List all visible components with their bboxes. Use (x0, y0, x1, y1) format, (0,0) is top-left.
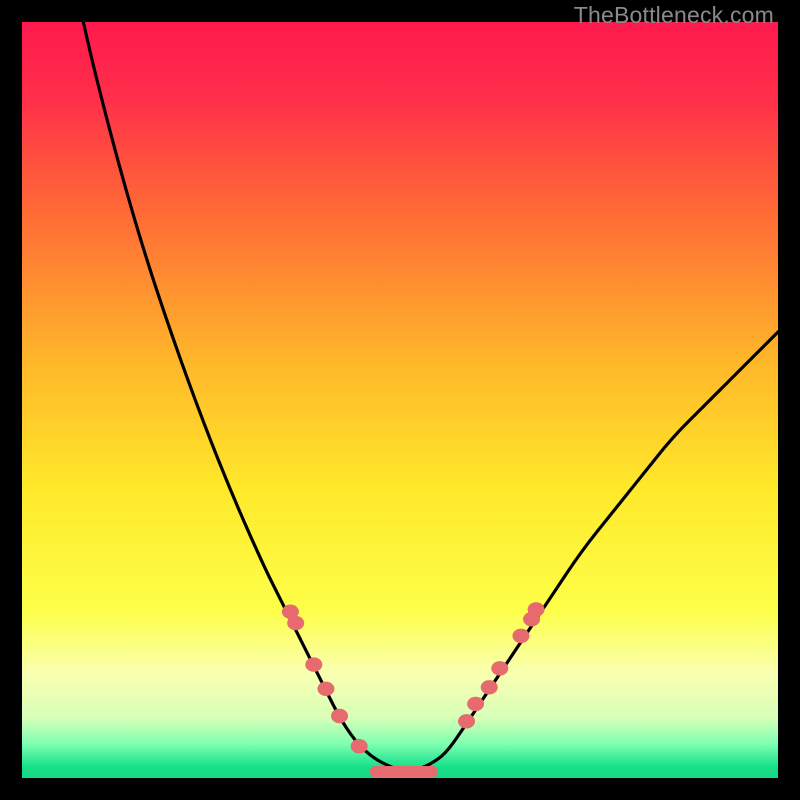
curve-marker (287, 616, 304, 630)
curve-marker (467, 697, 484, 711)
watermark-text: TheBottleneck.com (574, 2, 774, 29)
curve-flat-segment (370, 766, 438, 777)
bottleneck-plot (22, 22, 778, 778)
curve-marker (491, 661, 508, 675)
curve-marker (458, 714, 475, 728)
curve-marker (512, 629, 529, 643)
curve-marker (351, 739, 368, 753)
gradient-background (22, 22, 778, 778)
curve-marker (305, 657, 322, 671)
curve-marker (481, 680, 498, 694)
curve-marker (317, 682, 334, 696)
curve-marker (331, 709, 348, 723)
curve-marker (528, 602, 545, 616)
chart-frame (22, 22, 778, 778)
